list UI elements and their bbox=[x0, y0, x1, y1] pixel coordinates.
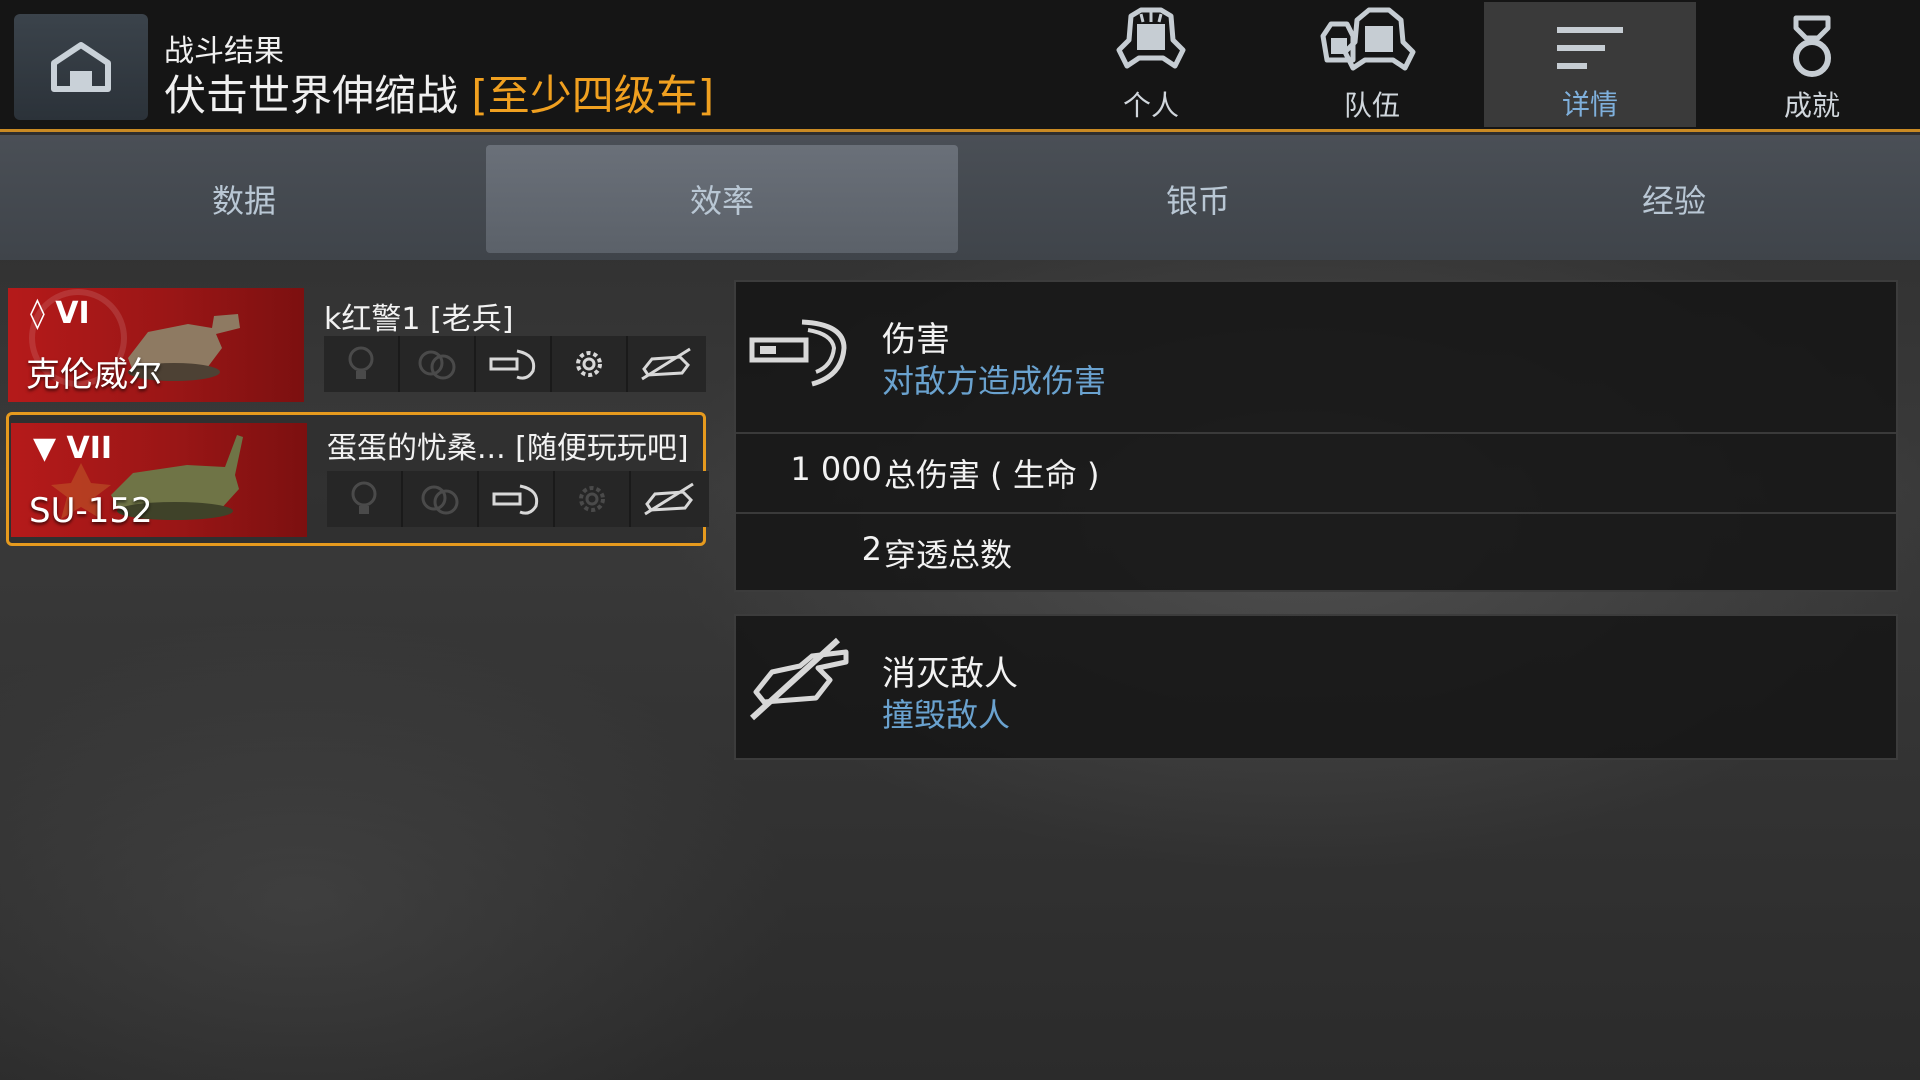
medal-slot bbox=[628, 336, 704, 392]
gear-icon bbox=[579, 486, 605, 512]
lightbulb-icon bbox=[348, 346, 374, 379]
home-button[interactable] bbox=[14, 14, 148, 120]
medal-slot bbox=[324, 336, 400, 392]
details-lines-icon bbox=[1557, 27, 1623, 69]
destroy-panel: 消灭敌人 撞毁敌人 bbox=[734, 614, 1898, 760]
personal-helmet-icon bbox=[1116, 7, 1186, 69]
medal-slot bbox=[400, 336, 476, 392]
player-row-selected[interactable]: ▼ VII SU-152 蛋蛋的忧桑... [随便玩玩吧] bbox=[6, 412, 709, 546]
stat-row-penetrations: 2 穿透总数 bbox=[736, 514, 1896, 592]
tank-name: 克伦威尔 bbox=[26, 355, 162, 395]
medal-slot bbox=[552, 336, 628, 392]
medal-slot bbox=[631, 471, 707, 527]
stat-label: 穿透总数 bbox=[884, 536, 1013, 574]
player-name: k红警1 [老兵] bbox=[324, 302, 514, 337]
stat-row-total-damage: 1 000 总伤害 ( 生命 ) bbox=[736, 434, 1896, 514]
stat-value: 1 000 bbox=[790, 450, 882, 488]
tab-efficiency[interactable]: 效率 bbox=[486, 145, 958, 253]
nav-achievements-label: 成就 bbox=[1783, 89, 1840, 122]
tier-badge: ▼ VII bbox=[33, 431, 112, 466]
nav-personal-label: 个人 bbox=[1122, 89, 1179, 122]
destroy-panel-header: 消灭敌人 撞毁敌人 bbox=[736, 616, 1896, 766]
assist-icon bbox=[418, 350, 456, 380]
tab-data[interactable]: 数据 bbox=[8, 145, 480, 253]
destroyed-tank-icon bbox=[644, 482, 694, 516]
damage-shell-icon bbox=[492, 484, 539, 515]
medal-slot bbox=[403, 471, 479, 527]
tab-silver[interactable]: 银币 bbox=[962, 145, 1434, 253]
medal-strip bbox=[324, 336, 706, 392]
tier-label: VII bbox=[66, 431, 113, 466]
tab-experience[interactable]: 经验 bbox=[1438, 145, 1910, 253]
nav-details[interactable]: 详情 bbox=[1484, 2, 1696, 127]
tank-name: SU-152 bbox=[29, 491, 153, 531]
assist-icon bbox=[421, 485, 459, 515]
tab-bar: 数据 效率 银币 经验 bbox=[0, 135, 1920, 260]
damage-panel-header: 伤害 对敌方造成伤害 bbox=[736, 282, 1896, 434]
medal-slot bbox=[476, 336, 552, 392]
mode-name: 伏击世界伸缩战 bbox=[164, 71, 459, 120]
damage-panel: 伤害 对敌方造成伤害 1 000 总伤害 ( 生命 ) 2 穿透总数 bbox=[734, 280, 1898, 592]
team-helmets-icon bbox=[1320, 7, 1416, 71]
medal-slot bbox=[327, 471, 403, 527]
destroy-subtitle: 撞毁敌人 bbox=[882, 696, 1011, 734]
lightbulb-icon bbox=[351, 481, 377, 514]
light-tank-class-icon: ◊ bbox=[30, 296, 45, 331]
stat-label: 总伤害 ( 生命 ) bbox=[884, 456, 1100, 494]
tank-card: ▼ VII SU-152 bbox=[11, 423, 307, 537]
nav-achievements[interactable]: 成就 bbox=[1706, 0, 1918, 128]
tier-badge: ◊ VI bbox=[30, 296, 90, 331]
player-row[interactable]: ◊ VI 克伦威尔 k红警1 [老兵] bbox=[6, 286, 706, 406]
stat-value: 2 bbox=[861, 530, 882, 568]
nav-details-label: 详情 bbox=[1561, 88, 1618, 121]
gear-icon bbox=[576, 351, 602, 377]
nav-team-label: 队伍 bbox=[1343, 89, 1400, 122]
nav-personal[interactable]: 个人 bbox=[1045, 0, 1257, 128]
destroyed-tank-icon bbox=[749, 637, 849, 721]
header-bar: 战斗结果 伏击世界伸缩战 [至少四级车] 个人 队伍 详情 成就 bbox=[0, 0, 1920, 132]
mode-tag: [至少四级车] bbox=[471, 71, 715, 120]
medal-icon bbox=[1793, 15, 1831, 77]
damage-shell-icon bbox=[749, 319, 847, 387]
damage-subtitle: 对敌方造成伤害 bbox=[882, 362, 1107, 400]
hangar-icon bbox=[51, 42, 111, 92]
medal-strip bbox=[327, 471, 709, 527]
damage-title: 伤害 bbox=[882, 320, 950, 360]
destroy-title: 消灭敌人 bbox=[882, 654, 1018, 694]
damage-shell-icon bbox=[489, 349, 536, 380]
nav-team[interactable]: 队伍 bbox=[1266, 0, 1478, 128]
medal-slot bbox=[555, 471, 631, 527]
tier-label: VI bbox=[55, 296, 90, 331]
medal-slot bbox=[479, 471, 555, 527]
tank-card: ◊ VI 克伦威尔 bbox=[8, 288, 304, 402]
destroyed-tank-icon bbox=[641, 347, 691, 381]
tank-destroyer-class-icon: ▼ bbox=[33, 431, 57, 466]
battle-mode-title: 伏击世界伸缩战 [至少四级车] bbox=[164, 62, 714, 123]
player-name: 蛋蛋的忧桑... [随便玩玩吧] bbox=[327, 431, 689, 466]
